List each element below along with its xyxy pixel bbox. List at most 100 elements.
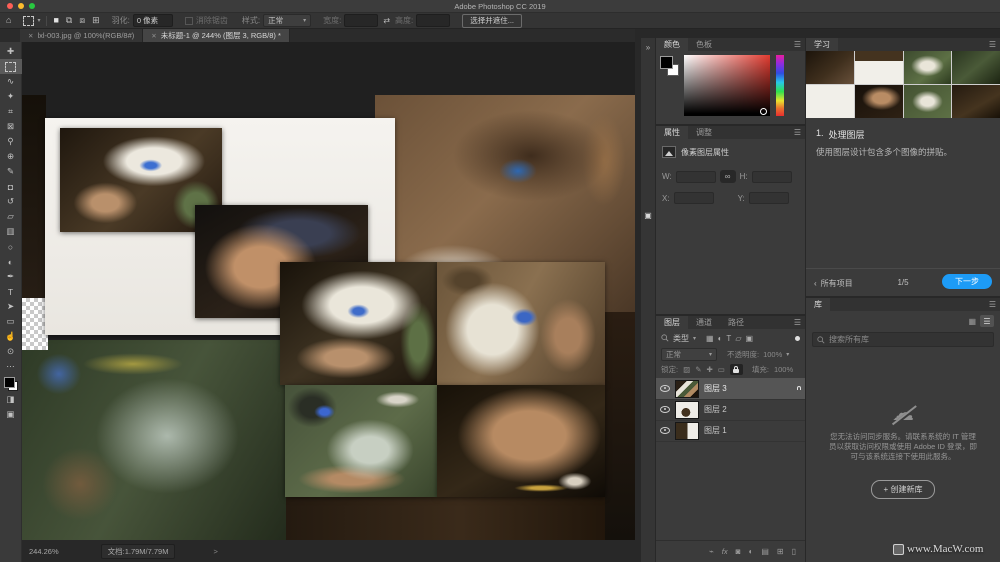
fg-bg-color-swatches[interactable] [3, 377, 18, 391]
tab-learn[interactable]: 学习 [806, 38, 838, 51]
width-input[interactable] [344, 14, 379, 27]
tab-libraries[interactable]: 库 [806, 298, 830, 311]
tab-layers[interactable]: 图层 [656, 316, 688, 329]
layer-thumbnail[interactable] [675, 400, 699, 419]
layer-row-1[interactable]: 图层 1 [656, 420, 805, 442]
blend-mode-dropdown[interactable]: 正常 ▾ [661, 348, 717, 361]
w-input[interactable] [675, 170, 716, 183]
visibility-eye-icon[interactable] [660, 406, 670, 413]
color-swatches-tool[interactable] [0, 374, 22, 392]
tab-adjustments[interactable]: 调整 [688, 126, 720, 139]
x-input[interactable] [673, 192, 714, 204]
crop-tool[interactable]: ⌗ [0, 104, 22, 119]
brush-tool[interactable]: ✎ [0, 164, 22, 179]
pen-tool[interactable]: ✒ [0, 269, 22, 284]
filter-shape-icon[interactable]: ▱ [735, 334, 741, 343]
eraser-tool[interactable]: ▱ [0, 209, 22, 224]
library-search-field[interactable]: 搜索所有库 [812, 332, 994, 347]
list-view-icon[interactable]: ☰ [980, 315, 994, 327]
move-tool[interactable]: ✚ [0, 44, 22, 59]
add-layer-mask-icon[interactable]: ◙ [736, 547, 741, 556]
select-and-mask-button[interactable]: 选择并遮住... [462, 13, 523, 28]
filter-adjustment-icon[interactable]: ◐ [718, 334, 723, 343]
filter-text-icon[interactable]: T [726, 334, 731, 343]
adjustment-layer-icon[interactable]: ◐ [748, 547, 753, 556]
panel-menu-icon[interactable]: ☰ [794, 316, 805, 329]
saturation-brightness-picker[interactable] [684, 55, 770, 116]
tool-preset-picker[interactable]: ▾ [23, 15, 40, 26]
opacity-value[interactable]: 100% [763, 350, 782, 359]
grid-view-icon[interactable]: ▦ [968, 317, 976, 326]
frame-tool[interactable]: ⊠ [0, 119, 22, 134]
height-input[interactable] [416, 14, 451, 27]
lock-position-icon[interactable]: ✚ [706, 365, 712, 374]
new-group-icon[interactable]: ▤ [761, 547, 769, 556]
filter-image-icon[interactable]: ▦ [706, 334, 714, 343]
zoom-level[interactable]: 244.26% [29, 547, 59, 556]
lasso-tool[interactable]: ∿ [0, 74, 22, 89]
layer-thumbnail[interactable] [675, 379, 699, 398]
type-tool[interactable]: T [0, 284, 22, 299]
swap-dimensions-icon[interactable]: ⇄ [383, 16, 390, 25]
add-selection-icon[interactable]: ⧉ [66, 16, 72, 25]
eyedropper-tool[interactable]: ⚲ [0, 134, 22, 149]
tab-swatches[interactable]: 色板 [688, 38, 720, 51]
new-selection-icon[interactable]: ■ [53, 16, 58, 25]
layer-row-2[interactable]: 图层 2 [656, 399, 805, 421]
panel-menu-icon[interactable]: ☰ [989, 298, 1000, 311]
new-layer-icon[interactable]: ⊞ [777, 547, 784, 556]
next-step-button[interactable]: 下一步 [942, 274, 992, 289]
marquee-tool[interactable] [0, 59, 22, 74]
panel-menu-icon[interactable]: ☰ [989, 38, 1000, 51]
filter-smart-object-icon[interactable]: ▣ [745, 334, 753, 343]
history-brush-tool[interactable]: ↺ [0, 194, 22, 209]
document-tab[interactable]: ✕ lxl-003.jpg @ 100%(RGB/8#) [20, 29, 144, 42]
clone-stamp-tool[interactable]: ◘ [0, 179, 22, 194]
lock-pixels-icon[interactable]: ✎ [695, 365, 701, 374]
hue-slider[interactable] [776, 55, 784, 116]
close-icon[interactable]: ✕ [151, 32, 156, 40]
quick-selection-tool[interactable]: ✦ [0, 89, 22, 104]
feather-input[interactable]: 0 像素 [132, 14, 173, 27]
h-input[interactable] [751, 170, 792, 183]
tab-properties[interactable]: 属性 [656, 126, 688, 139]
path-selection-tool[interactable]: ➤ [0, 299, 22, 314]
rectangle-tool[interactable]: ▭ [0, 314, 22, 329]
intersect-selection-icon[interactable]: ⊞ [92, 16, 100, 25]
close-icon[interactable]: ✕ [28, 32, 33, 40]
status-menu-caret[interactable]: > [213, 547, 217, 556]
home-icon[interactable]: ⌂ [6, 16, 11, 25]
lock-transparency-icon[interactable]: ▨ [683, 365, 690, 374]
quick-mask-tool[interactable]: ◨ [0, 392, 22, 407]
foreground-color-swatch[interactable] [660, 56, 673, 69]
filter-type-label[interactable]: 类型 [673, 333, 689, 344]
collapse-dock-icon[interactable]: » [646, 44, 650, 52]
document-tab-active[interactable]: ✕ 未标题-1 @ 244% (图层 3, RGB/8) * [143, 29, 290, 42]
lock-artboard-icon[interactable]: ▭ [718, 365, 725, 374]
filter-toggle-icon[interactable] [795, 335, 800, 341]
gradient-tool[interactable]: ▥ [0, 224, 22, 239]
link-dimensions-icon[interactable]: ∞ [719, 170, 736, 183]
fill-value[interactable]: 100% [774, 365, 793, 374]
visibility-eye-icon[interactable] [660, 427, 670, 434]
panel-menu-icon[interactable]: ☰ [794, 38, 805, 51]
visibility-eye-icon[interactable] [660, 385, 670, 392]
screen-mode-tool[interactable]: ▣ [0, 407, 22, 422]
hand-tool[interactable]: ☝ [0, 329, 22, 344]
tab-paths[interactable]: 路径 [720, 316, 752, 329]
link-layers-icon[interactable]: ⌁ [709, 547, 714, 556]
tab-color[interactable]: 颜色 [656, 38, 688, 51]
y-input[interactable] [748, 192, 789, 204]
canvas[interactable] [22, 42, 635, 540]
spot-healing-tool[interactable]: ⊕ [0, 149, 22, 164]
lock-all-icon[interactable] [729, 364, 743, 375]
color-picker-handle[interactable] [760, 108, 767, 115]
panel-thumbnail-icon[interactable]: ▣ [644, 212, 652, 220]
antialias-checkbox[interactable]: 消除锯齿 [184, 15, 228, 26]
delete-layer-icon[interactable]: ▯ [792, 547, 796, 556]
layer-style-icon[interactable]: fx [722, 547, 728, 556]
subtract-selection-icon[interactable]: ⧈ [79, 16, 85, 25]
blur-tool[interactable]: ○ [0, 239, 22, 254]
dodge-tool[interactable]: ◐ [0, 254, 22, 269]
zoom-tool[interactable]: ⊙ [0, 344, 22, 359]
